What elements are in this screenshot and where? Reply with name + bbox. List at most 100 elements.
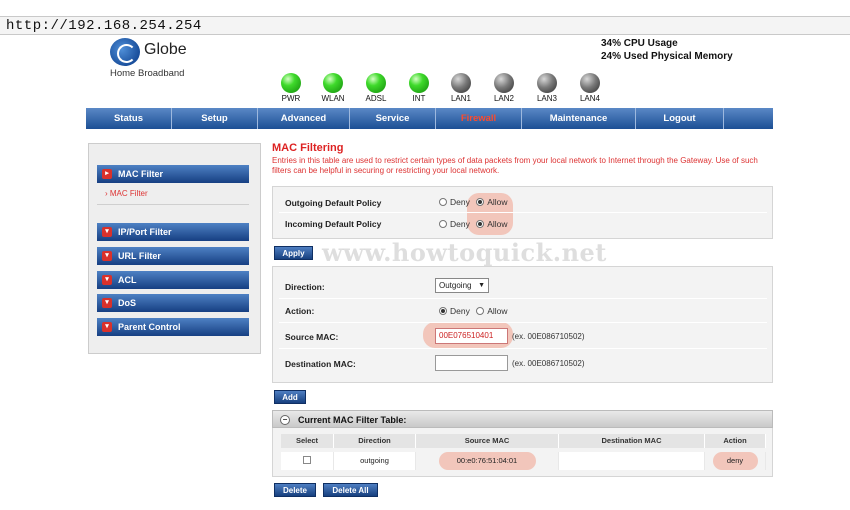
incoming-allow-radio[interactable] bbox=[476, 220, 485, 228]
column-header-destination-mac: Destination MAC bbox=[559, 434, 705, 448]
action-allow-option[interactable]: Allow bbox=[476, 306, 508, 316]
dropdown-arrow-icon: ▼ bbox=[478, 282, 485, 289]
led-pwr: PWR bbox=[276, 73, 306, 103]
direction-label: Direction: bbox=[285, 282, 325, 292]
led-int: INT bbox=[404, 73, 434, 103]
nav-status[interactable]: Status bbox=[86, 108, 172, 129]
source-mac-label: Source MAC: bbox=[285, 332, 339, 342]
table-row-source-mac: 00:e0:76:51:04:01 bbox=[416, 452, 559, 470]
chevron-down-icon: ▾ bbox=[102, 227, 112, 237]
incoming-deny-radio[interactable] bbox=[439, 220, 447, 228]
delete-button[interactable]: Delete bbox=[274, 483, 316, 497]
source-mac-hint: (ex. 00E086710502) bbox=[512, 332, 585, 341]
page-description: Entries in this table are used to restri… bbox=[272, 156, 758, 175]
nav-advanced[interactable]: Advanced bbox=[258, 108, 350, 129]
destination-mac-input[interactable] bbox=[435, 355, 508, 371]
led-lan1-indicator bbox=[451, 73, 471, 93]
source-mac-input[interactable]: 00E076510401 bbox=[435, 328, 508, 344]
led-lan2-indicator bbox=[494, 73, 514, 93]
delete-all-button[interactable]: Delete All bbox=[323, 483, 378, 497]
add-button[interactable]: Add bbox=[274, 390, 306, 404]
led-pwr-indicator bbox=[281, 73, 301, 93]
incoming-allow-option[interactable]: Allow bbox=[476, 219, 508, 229]
led-lan3-indicator bbox=[537, 73, 557, 93]
page-title: MAC Filtering bbox=[272, 142, 344, 154]
chevron-down-icon: ▾ bbox=[102, 322, 112, 332]
brand-subtitle: Home Broadband bbox=[110, 68, 185, 79]
chevron-down-icon: ▾ bbox=[102, 251, 112, 261]
brand-logo: Globe Home Broadband bbox=[110, 37, 230, 79]
action-label: Action: bbox=[285, 306, 315, 316]
action-row: Action: Deny Allow bbox=[279, 299, 767, 323]
watermark: www.howtoquick.net bbox=[322, 238, 607, 267]
column-header-select: Select bbox=[281, 434, 334, 448]
system-usage: 34% CPU Usage 24% Used Physical Memory bbox=[601, 37, 733, 63]
table-row-direction: outgoing bbox=[334, 452, 416, 470]
source-mac-row: Source MAC: 00E076510401 (ex. 00E0867105… bbox=[279, 323, 767, 349]
brand-name: Globe bbox=[144, 41, 187, 58]
nav-firewall[interactable]: Firewall bbox=[436, 108, 522, 129]
sidebar-item-label: Parent Control bbox=[118, 322, 181, 332]
action-deny-option[interactable]: Deny bbox=[439, 306, 470, 316]
sidebar-subitem-mac-filter[interactable]: › MAC Filter bbox=[105, 189, 148, 198]
table-row-select-cell[interactable] bbox=[281, 452, 334, 470]
outgoing-policy-row: Outgoing Default Policy Deny Allow bbox=[279, 191, 767, 213]
action-deny-radio[interactable] bbox=[439, 307, 447, 315]
outgoing-policy-options: Deny Allow bbox=[439, 193, 767, 211]
destination-mac-label: Destination MAC: bbox=[285, 359, 356, 369]
outgoing-deny-option[interactable]: Deny bbox=[439, 197, 470, 207]
sidebar-item-acl[interactable]: ▾ ACL bbox=[97, 271, 249, 289]
incoming-policy-options: Deny Allow bbox=[439, 215, 767, 233]
action-allow-radio[interactable] bbox=[476, 307, 485, 315]
sidebar-item-dos[interactable]: ▾ DoS bbox=[97, 294, 249, 312]
cpu-usage: 34% CPU Usage bbox=[601, 38, 678, 49]
collapse-toggle-icon[interactable]: − bbox=[280, 415, 290, 425]
outgoing-allow-option[interactable]: Allow bbox=[476, 197, 508, 207]
destination-mac-row: Destination MAC: (ex. 00E086710502) bbox=[279, 349, 767, 377]
direction-row: Direction: Outgoing ▼ bbox=[279, 273, 767, 299]
outgoing-deny-radio[interactable] bbox=[439, 198, 447, 206]
sidebar-item-label: URL Filter bbox=[118, 251, 161, 261]
apply-button[interactable]: Apply bbox=[274, 246, 313, 260]
led-lan4-indicator bbox=[580, 73, 600, 93]
filter-table-header[interactable]: − Current MAC Filter Table: bbox=[272, 410, 773, 428]
sidebar-item-label: IP/Port Filter bbox=[118, 227, 172, 237]
led-adsl-indicator bbox=[366, 73, 386, 93]
outgoing-policy-label: Outgoing Default Policy bbox=[285, 198, 382, 208]
led-wlan: WLAN bbox=[318, 73, 348, 103]
sidebar-item-label: MAC Filter bbox=[118, 169, 163, 179]
direction-select[interactable]: Outgoing ▼ bbox=[435, 278, 489, 293]
sidebar: ▸ MAC Filter › MAC Filter ▾ IP/Port Filt… bbox=[88, 143, 261, 354]
globe-logo-icon bbox=[110, 38, 140, 66]
sidebar-item-ip-port-filter[interactable]: ▾ IP/Port Filter bbox=[97, 223, 249, 241]
column-header-action: Action bbox=[705, 434, 766, 448]
address-bar[interactable]: http://192.168.254.254 bbox=[0, 16, 850, 35]
address-bar-url[interactable]: http://192.168.254.254 bbox=[6, 18, 202, 34]
sidebar-item-mac-filter[interactable]: ▸ MAC Filter bbox=[97, 165, 249, 183]
led-lan4: LAN4 bbox=[575, 73, 605, 103]
column-header-source-mac: Source MAC bbox=[416, 434, 559, 448]
nav-service[interactable]: Service bbox=[350, 108, 436, 129]
led-lan1: LAN1 bbox=[446, 73, 476, 103]
main-nav: Status Setup Advanced Service Firewall M… bbox=[86, 108, 773, 129]
outgoing-allow-radio[interactable] bbox=[476, 198, 485, 206]
nav-logout[interactable]: Logout bbox=[636, 108, 724, 129]
nav-maintenance[interactable]: Maintenance bbox=[522, 108, 636, 129]
led-lan2: LAN2 bbox=[489, 73, 519, 103]
sidebar-item-label: ACL bbox=[118, 275, 137, 285]
sidebar-item-parent-control[interactable]: ▾ Parent Control bbox=[97, 318, 249, 336]
row-select-checkbox[interactable] bbox=[303, 456, 311, 464]
chevron-down-icon: ▾ bbox=[102, 275, 112, 285]
destination-mac-hint: (ex. 00E086710502) bbox=[512, 359, 585, 368]
action-options: Deny Allow bbox=[439, 301, 767, 321]
nav-setup[interactable]: Setup bbox=[172, 108, 258, 129]
default-policy-panel: Outgoing Default Policy Deny Allow Incom… bbox=[272, 186, 773, 239]
table-row-action: deny bbox=[705, 452, 766, 470]
chevron-down-icon: ▾ bbox=[102, 298, 112, 308]
memory-usage: 24% Used Physical Memory bbox=[601, 51, 733, 62]
filter-table-title: Current MAC Filter Table: bbox=[298, 415, 407, 425]
filter-table: Select Direction Source MAC Destination … bbox=[272, 428, 773, 477]
incoming-deny-option[interactable]: Deny bbox=[439, 219, 470, 229]
sidebar-item-url-filter[interactable]: ▾ URL Filter bbox=[97, 247, 249, 265]
incoming-policy-label: Incoming Default Policy bbox=[285, 219, 382, 229]
